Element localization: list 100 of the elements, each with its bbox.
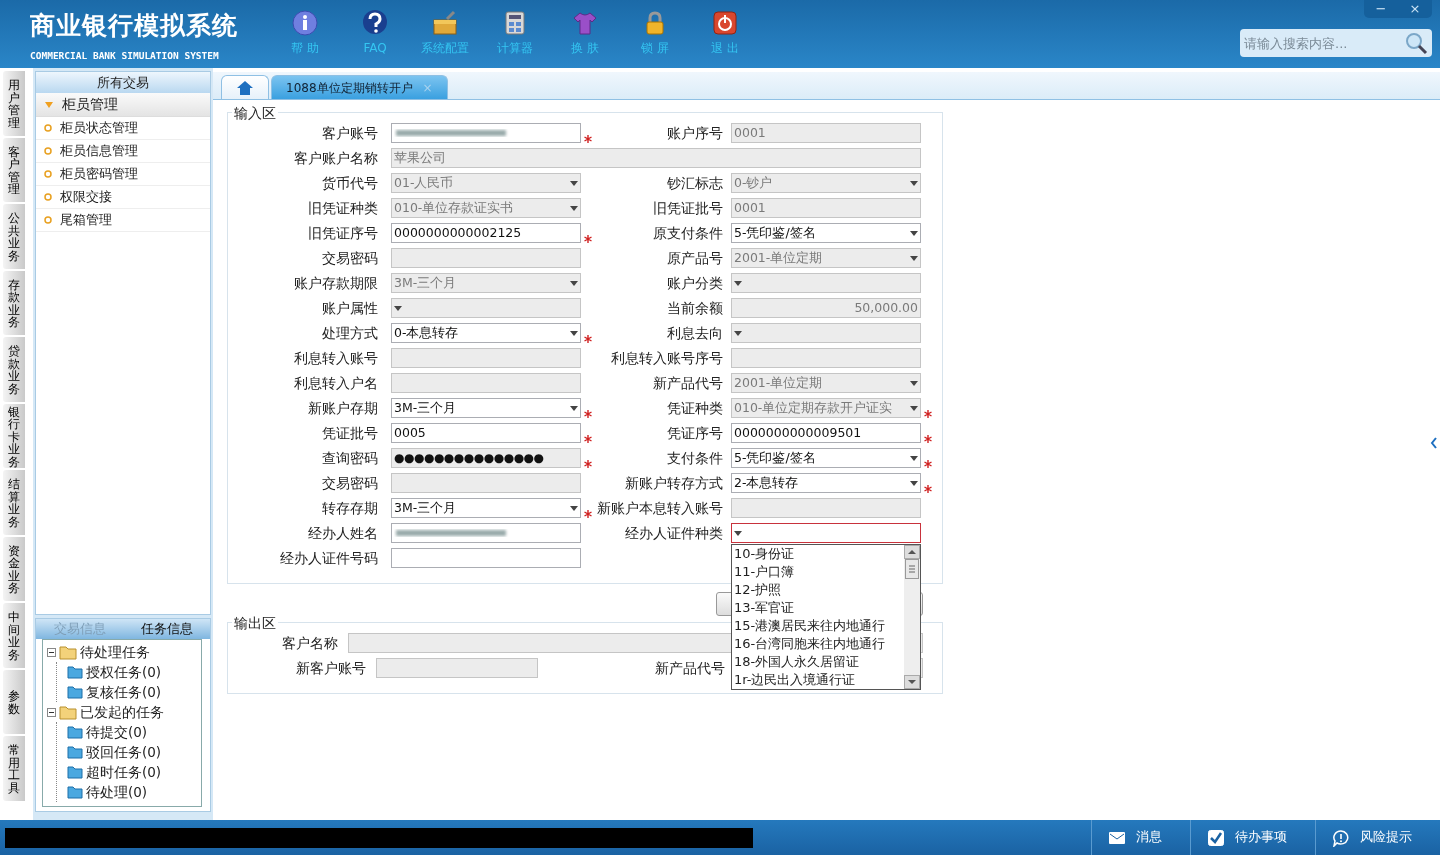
app-subtitle: COMMERCIAL BANK SIMULATION SYSTEM xyxy=(30,49,219,63)
dropdown-field[interactable]: 3M-三个月 xyxy=(391,498,581,518)
tree-node[interactable]: 待处理(0) xyxy=(67,782,197,802)
side-tab[interactable]: 公共业务 xyxy=(3,204,25,269)
field-label: 支付条件 xyxy=(666,449,724,468)
collapse-icon[interactable] xyxy=(47,647,56,657)
field-label: 货币代号 xyxy=(321,174,379,193)
caret-down-icon xyxy=(570,205,578,211)
dropdown-option[interactable]: 12-护照 xyxy=(732,581,904,599)
folder-icon xyxy=(59,644,77,660)
field-label: 钞汇标志 xyxy=(666,174,724,193)
side-tab[interactable]: 资金业务 xyxy=(3,536,25,601)
status-button[interactable]: 消息 xyxy=(1091,820,1190,855)
warning-bubble-icon xyxy=(1332,828,1350,847)
collapse-icon[interactable] xyxy=(47,707,56,717)
field-label: 新账户本息转入账号 xyxy=(596,499,724,518)
menu-item[interactable]: 权限交接 xyxy=(36,186,210,209)
field-label: 账户序号 xyxy=(666,124,724,143)
field-label: 旧凭证种类 xyxy=(307,199,379,218)
tree-node[interactable]: 待提交(0) xyxy=(67,722,197,742)
menu-item[interactable]: 柜员状态管理 xyxy=(36,117,210,140)
field-label: 旧凭证批号 xyxy=(652,199,724,218)
dropdown-field[interactable]: 5-凭印鉴/签名 xyxy=(731,448,921,468)
search-icon[interactable] xyxy=(1404,31,1428,55)
search-field[interactable]: 请输入搜索内容... xyxy=(1240,29,1432,57)
caret-down-icon xyxy=(394,305,402,311)
field-label: 凭证批号 xyxy=(321,424,379,443)
input-field[interactable] xyxy=(391,548,581,568)
tree-node[interactable]: 待处理任务 xyxy=(47,642,197,662)
status-button[interactable]: 风险提示 xyxy=(1315,820,1440,855)
side-tab[interactable]: 银行卡业务 xyxy=(3,403,25,468)
folder-icon xyxy=(67,765,83,779)
caret-down-icon xyxy=(910,405,918,411)
dropdown-field[interactable]: 2-本息转存 xyxy=(731,473,921,493)
caret-down-icon xyxy=(910,480,918,486)
status-button[interactable]: 待办事项 xyxy=(1190,820,1315,855)
side-tab[interactable]: 参数 xyxy=(3,669,25,734)
side-tab[interactable]: 用户管理 xyxy=(3,71,25,136)
dropdown-option[interactable]: 11-户口簿 xyxy=(732,563,904,581)
folder-icon xyxy=(67,745,83,759)
input-field[interactable]: 0000000000009501 xyxy=(731,423,921,443)
dropdown-field[interactable]: 5-凭印鉴/签名 xyxy=(731,223,921,243)
field-label: 当前余额 xyxy=(666,299,724,318)
caret-down-icon xyxy=(734,330,742,336)
side-tab[interactable]: 存款业务 xyxy=(3,270,25,335)
close-button[interactable]: × xyxy=(1398,0,1432,18)
menu-group[interactable]: 柜员管理 xyxy=(36,93,210,117)
side-tab[interactable]: 中间业务 xyxy=(3,603,25,668)
input-field[interactable]: 0000000000002125 xyxy=(391,223,581,243)
scroll-up-icon[interactable] xyxy=(904,545,920,559)
dropdown-field[interactable]: 3M-三个月 xyxy=(391,398,581,418)
field-label: 利息转入账号序号 xyxy=(610,349,724,368)
menu-item[interactable]: 柜员密码管理 xyxy=(36,163,210,186)
dropdown-option[interactable]: 13-军官证 xyxy=(732,599,904,617)
scroll-thumb[interactable] xyxy=(904,559,920,579)
home-icon xyxy=(236,79,254,96)
checkbox-icon xyxy=(1207,828,1225,847)
menu-item[interactable]: 柜员信息管理 xyxy=(36,140,210,163)
field-label: 利息去向 xyxy=(666,324,724,343)
side-tab[interactable]: 结算业务 xyxy=(3,470,25,535)
menu-item[interactable]: 尾箱管理 xyxy=(36,209,210,232)
tree-node[interactable]: 已发起的任务 xyxy=(47,702,197,722)
scroll-down-icon[interactable] xyxy=(904,675,920,689)
input-field[interactable]: 0005 xyxy=(391,423,581,443)
side-tab[interactable]: 客户管理 xyxy=(3,137,25,202)
dropdown-option[interactable]: 16-台湾同胞来往内地通行 xyxy=(732,635,904,653)
field-label: 新产品代号 xyxy=(652,374,724,393)
field-label: 交易密码 xyxy=(321,249,379,268)
dropdown-option[interactable]: 10-身份证 xyxy=(732,545,904,563)
folder-icon xyxy=(67,725,83,739)
field-label: 客户名称 xyxy=(281,634,339,653)
minimize-button[interactable]: − xyxy=(1364,0,1398,18)
input-field[interactable] xyxy=(391,123,581,143)
side-tab[interactable]: 常用工具 xyxy=(3,736,25,801)
scrollbar[interactable] xyxy=(904,545,920,689)
field-label: 旧凭证序号 xyxy=(307,224,379,243)
tree-node[interactable]: 超时任务(0) xyxy=(67,762,197,782)
field-label: 客户账号 xyxy=(321,124,379,143)
dropdown-field[interactable]: 0-本息转存 xyxy=(391,323,581,343)
field-label: 新客户账号 xyxy=(295,659,367,678)
input-field[interactable] xyxy=(391,523,581,543)
side-tab[interactable]: 贷款业务 xyxy=(3,337,25,402)
field-label: 账户属性 xyxy=(321,299,379,318)
dropdown-option[interactable]: 15-港澳居民来往内地通行 xyxy=(732,617,904,635)
field-label: 经办人证件号码 xyxy=(279,549,379,568)
dropdown-option[interactable]: 1r-边民出入境通行证 xyxy=(732,671,904,689)
dropdown-field[interactable] xyxy=(731,523,921,543)
page-tab[interactable]: 1088单位定期销转开户 × xyxy=(271,75,448,99)
caret-down-icon xyxy=(910,455,918,461)
tree-node[interactable]: 驳回任务(0) xyxy=(67,742,197,762)
panel-tab[interactable]: 任务信息 xyxy=(123,619,210,639)
page-tab[interactable] xyxy=(221,75,269,99)
tree-node[interactable]: 授权任务(0) xyxy=(67,662,197,682)
caret-down-icon xyxy=(734,530,742,536)
section-title: 输出区 xyxy=(232,614,278,632)
caret-down-icon xyxy=(44,99,54,110)
help-icon xyxy=(361,9,389,37)
dropdown-option[interactable]: 18-外国人永久居留证 xyxy=(732,653,904,671)
tree-node[interactable]: 复核任务(0) xyxy=(67,682,197,702)
app-title: 商业银行模拟系统 xyxy=(30,10,238,42)
